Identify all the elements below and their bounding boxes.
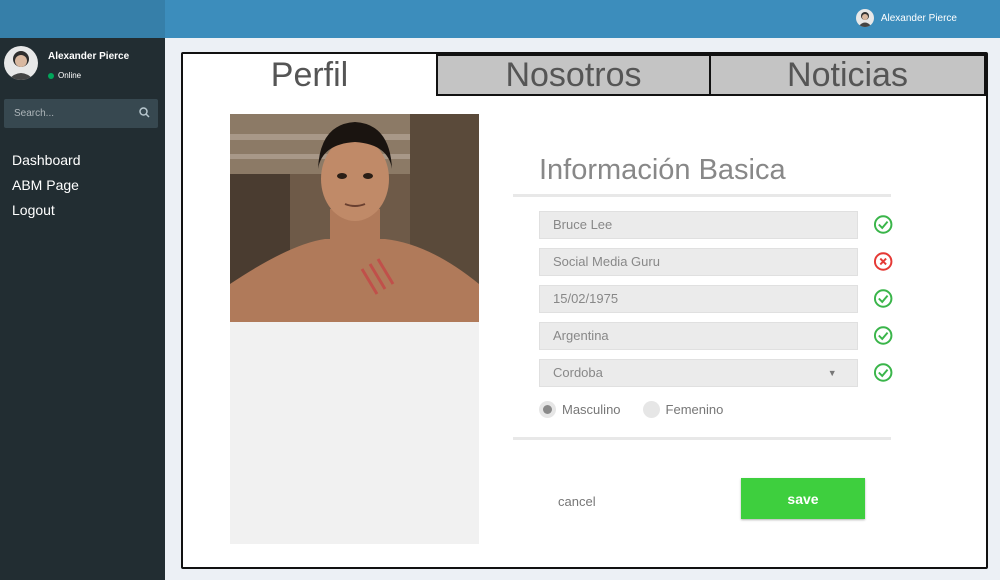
avatar <box>4 46 38 80</box>
radio-selected-icon <box>539 401 556 418</box>
top-navbar: Alexander Pierce <box>0 0 1000 38</box>
header-user-menu[interactable]: Alexander Pierce <box>855 9 957 27</box>
tab-noticias[interactable]: Noticias <box>709 54 986 96</box>
field-value: 15/02/1975 <box>553 291 619 306</box>
search-input[interactable] <box>14 108 124 119</box>
province-select[interactable]: Cordoba ▼ <box>539 358 858 387</box>
profile-photo-column <box>230 114 479 544</box>
radio-masculino[interactable]: Masculino <box>539 401 621 418</box>
gender-radio-group: Masculino Femenino <box>539 401 893 418</box>
status-badge: Online <box>48 71 129 80</box>
occupation-field[interactable]: Social Media Guru <box>539 247 858 276</box>
field-row: Social Media Guru <box>539 243 893 280</box>
status-label: Online <box>58 71 82 80</box>
sidebar-search <box>4 99 158 128</box>
caret-down-icon: ▼ <box>827 367 837 378</box>
field-row: Cordoba ▼ <box>539 354 893 391</box>
sidebar-item-abm-page[interactable]: ABM Page <box>12 173 81 198</box>
header-user-name: Alexander Pierce <box>880 12 957 24</box>
avatar <box>855 9 874 27</box>
form-title: Información Basica <box>539 154 786 186</box>
profile-panel: Perfil Nosotros Noticias Información Bas… <box>181 52 988 569</box>
logo-area <box>0 0 165 38</box>
divider <box>513 437 891 440</box>
check-circle-icon <box>873 215 893 234</box>
sidebar-user-name: Alexander Pierce <box>48 51 130 62</box>
radio-label: Masculino <box>562 402 621 417</box>
cancel-button[interactable]: cancel <box>558 494 596 509</box>
tab-bar: Perfil Nosotros Noticias <box>183 54 986 96</box>
radio-unselected-icon <box>642 401 660 418</box>
save-button[interactable]: save <box>741 478 865 519</box>
check-circle-icon <box>873 289 893 308</box>
field-value: Argentina <box>553 328 609 343</box>
radio-femenino[interactable]: Femenino <box>642 401 724 418</box>
field-value: Social Media Guru <box>553 254 660 269</box>
online-dot-icon <box>48 72 54 79</box>
field-row: Bruce Lee <box>539 206 893 243</box>
name-field[interactable]: Bruce Lee <box>539 210 858 239</box>
radio-label: Femenino <box>665 402 724 417</box>
birthdate-field[interactable]: 15/02/1975 <box>539 284 858 313</box>
check-circle-icon <box>873 363 893 382</box>
sidebar-item-logout[interactable]: Logout <box>12 198 81 223</box>
sidebar: Alexander Pierce Online Dashboard ABM Pa… <box>0 38 165 580</box>
profile-photo <box>230 114 479 322</box>
basic-info-form: Información Basica Bruce Lee Social Medi… <box>513 154 893 440</box>
field-row: 15/02/1975 <box>539 280 893 317</box>
error-circle-icon <box>873 252 893 271</box>
country-field[interactable]: Argentina <box>539 321 858 350</box>
search-icon[interactable] <box>139 105 150 123</box>
tab-nosotros[interactable]: Nosotros <box>436 54 711 96</box>
check-circle-icon <box>873 326 893 345</box>
divider <box>513 194 891 197</box>
field-value: Bruce Lee <box>553 217 613 232</box>
sidebar-user-panel: Alexander Pierce Online <box>4 46 129 80</box>
sidebar-menu: Dashboard ABM Page Logout <box>12 148 81 223</box>
field-row: Argentina <box>539 317 893 354</box>
tab-perfil[interactable]: Perfil <box>183 54 436 96</box>
field-value: Cordoba <box>553 365 603 380</box>
sidebar-item-dashboard[interactable]: Dashboard <box>12 148 81 173</box>
